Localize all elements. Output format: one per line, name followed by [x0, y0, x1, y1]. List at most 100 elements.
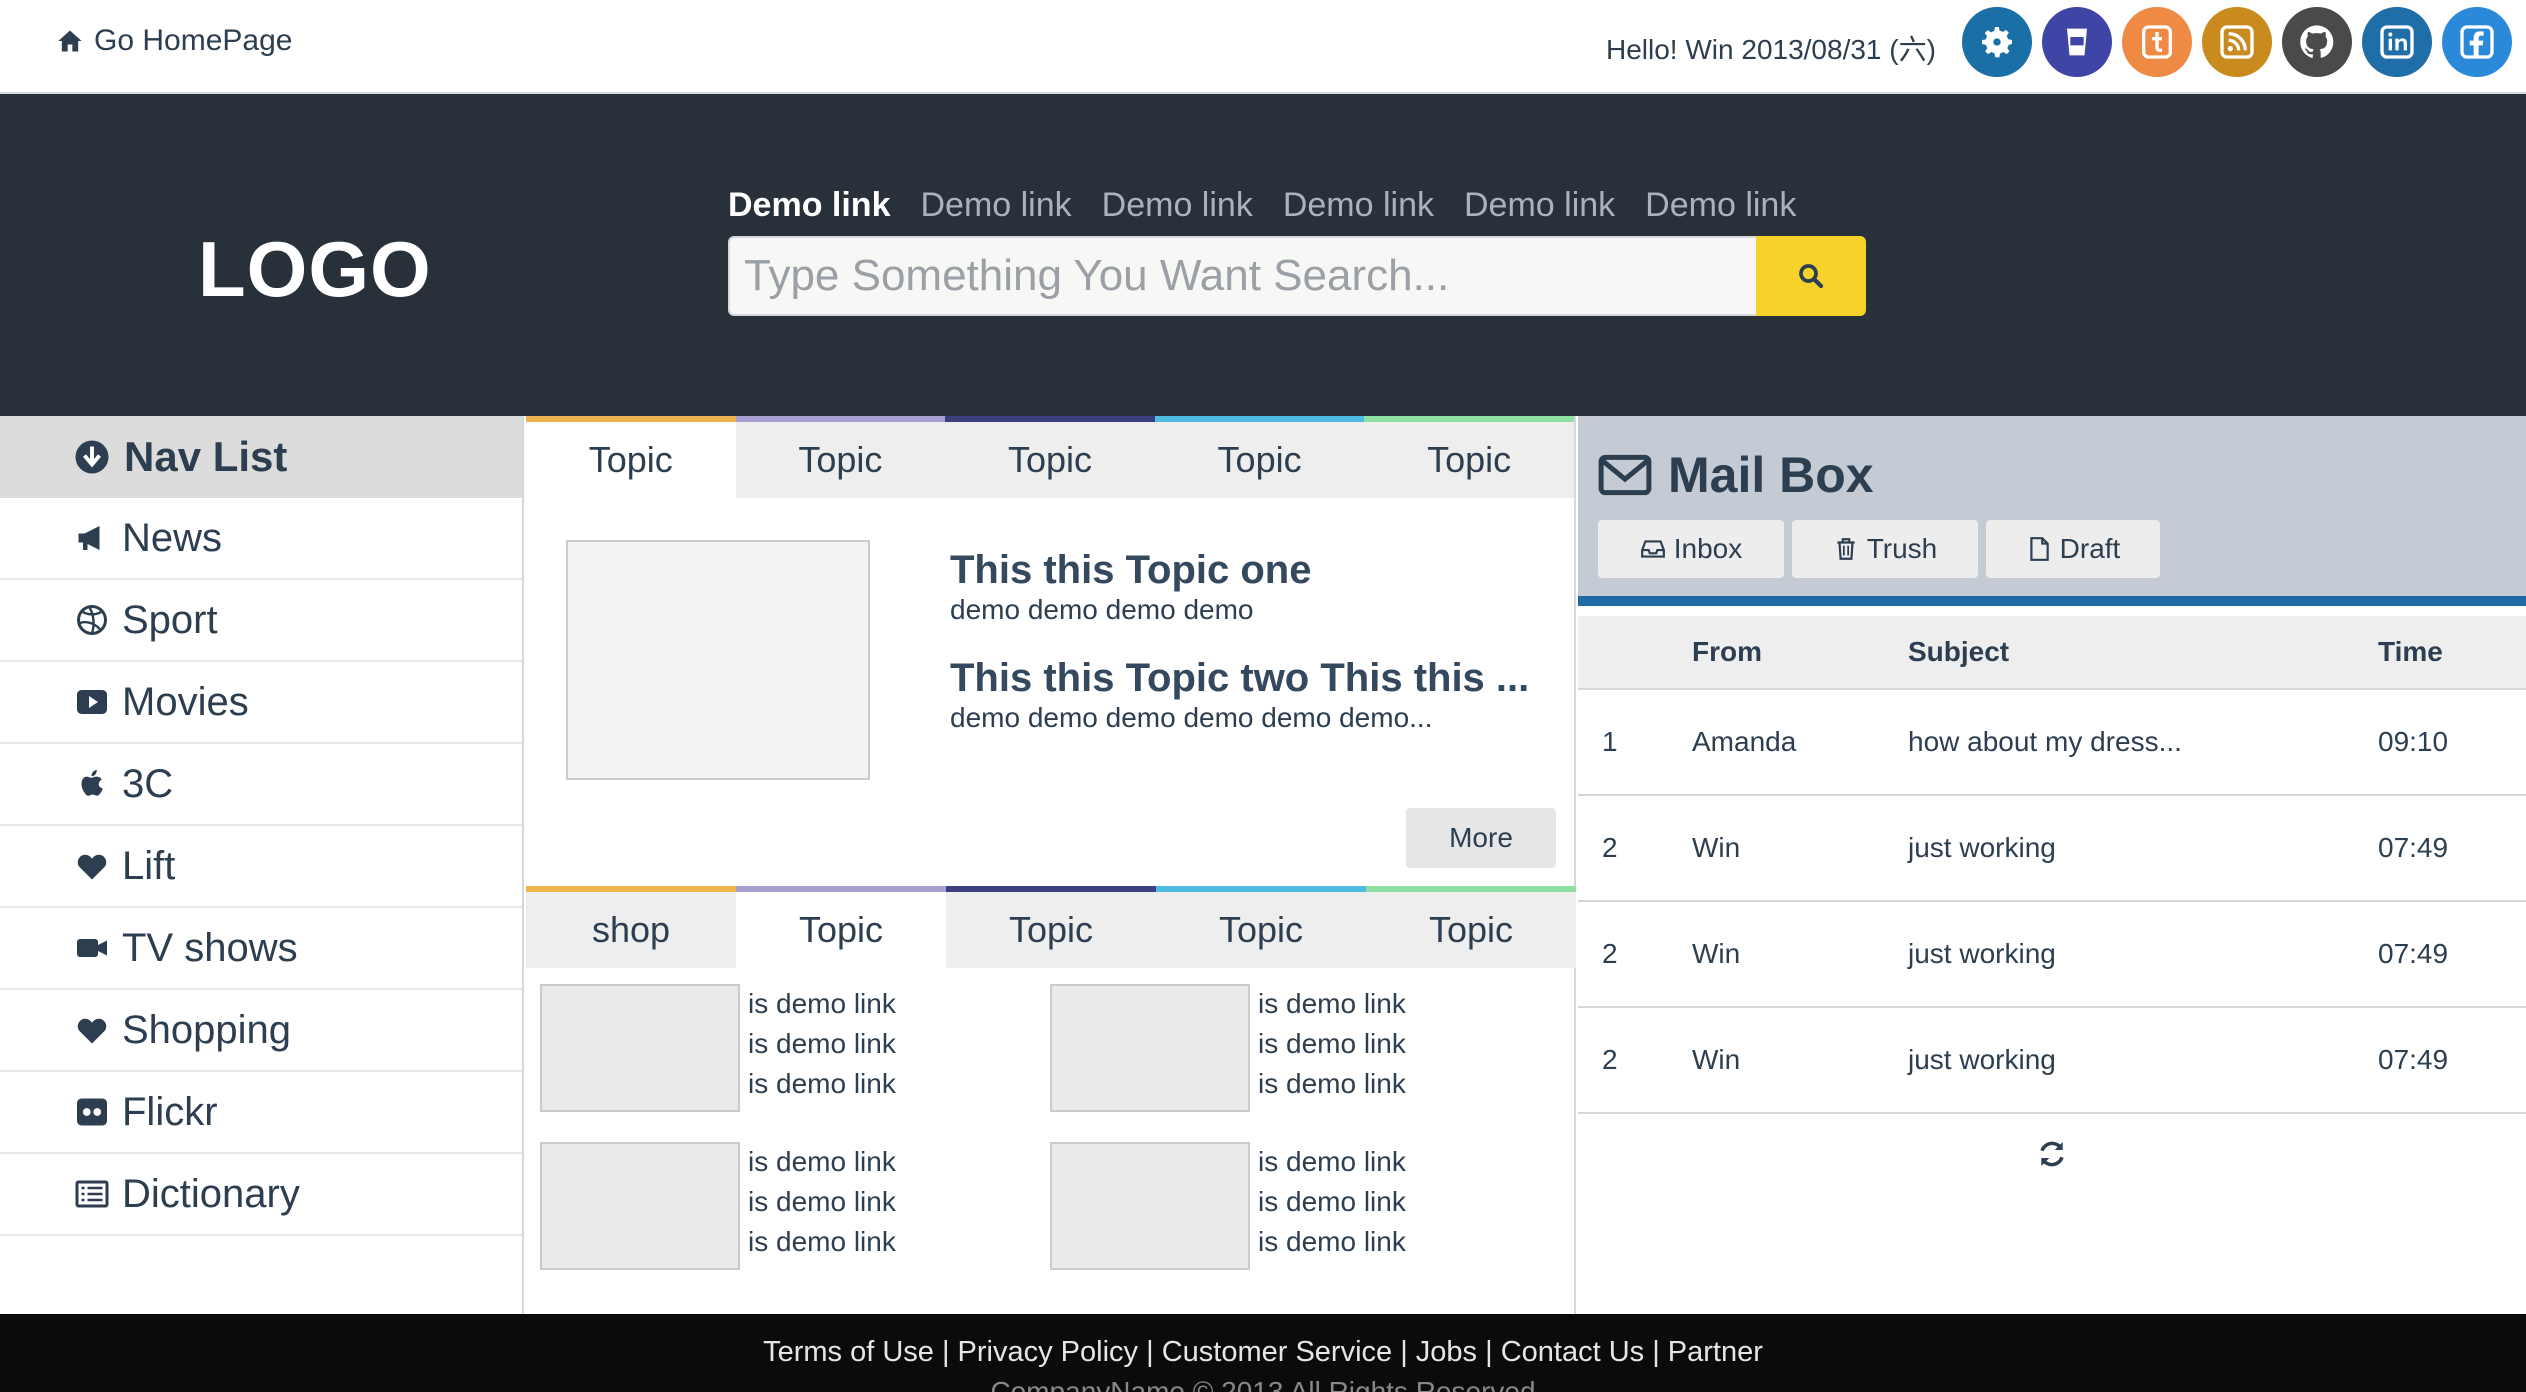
play-icon: [77, 690, 107, 714]
topic-image: [566, 540, 870, 780]
draft-button[interactable]: Draft: [1986, 520, 2160, 578]
header-link-3[interactable]: Demo link: [1102, 186, 1253, 225]
nav-item-label: Dictionary: [122, 1171, 300, 1216]
nav-item-tv-shows[interactable]: TV shows: [0, 908, 522, 990]
nav-item-news[interactable]: News: [0, 498, 522, 580]
linkedin-icon: [2380, 25, 2414, 59]
mail-row[interactable]: 2 Win just working 07:49: [1578, 1008, 2526, 1114]
header-link-6[interactable]: Demo link: [1645, 186, 1796, 225]
mail-row-subject[interactable]: how about my dress...: [1908, 726, 2182, 758]
mail-row-number: 2: [1602, 1044, 1618, 1075]
go-homepage-label: Go HomePage: [94, 24, 293, 57]
tab-topic-1[interactable]: Topic: [526, 416, 736, 498]
demo-link[interactable]: is demo link: [1258, 1064, 1406, 1104]
mail-row-number: 1: [1602, 726, 1618, 757]
logo[interactable]: LOGO: [198, 224, 432, 315]
file-icon: [2029, 537, 2049, 561]
linkedin-button[interactable]: [2362, 7, 2432, 77]
nav-item-lift[interactable]: Lift: [0, 826, 522, 908]
topic-one-summary: demo demo demo demo: [950, 594, 1254, 625]
topic-two-title[interactable]: This this Topic two This this ...: [950, 656, 1529, 701]
tab-topic-2[interactable]: Topic: [735, 416, 946, 498]
mail-row-subject[interactable]: just working: [1908, 1044, 2056, 1076]
tab-topic-b4[interactable]: Topic: [1156, 886, 1366, 968]
facebook-button[interactable]: [2442, 7, 2512, 77]
tab-topic-b5[interactable]: Topic: [1366, 886, 1576, 968]
nav-item-label: Flickr: [122, 1089, 218, 1134]
topic-one-title[interactable]: This this Topic one: [950, 548, 1311, 593]
search-button[interactable]: [1756, 236, 1866, 316]
footer-links[interactable]: Terms of Use | Privacy Policy | Customer…: [0, 1336, 2526, 1369]
demo-link[interactable]: is demo link: [1258, 1142, 1406, 1182]
nav-item-sport[interactable]: Sport: [0, 580, 522, 662]
tab-topic-4[interactable]: Topic: [1154, 416, 1365, 498]
demo-link[interactable]: is demo link: [748, 1024, 896, 1064]
demo-link[interactable]: is demo link: [748, 1142, 896, 1182]
refresh-icon[interactable]: [2036, 1138, 2068, 1170]
go-homepage-link[interactable]: Go HomePage: [56, 24, 292, 58]
column-from[interactable]: From: [1692, 636, 1762, 668]
header-link-1[interactable]: Demo link: [728, 186, 890, 225]
nav-item-flickr[interactable]: Flickr: [0, 1072, 522, 1154]
header-link-5[interactable]: Demo link: [1464, 186, 1615, 225]
tab-topic-5[interactable]: Topic: [1364, 416, 1574, 498]
tumblr-button[interactable]: [2122, 7, 2192, 77]
envelope-icon: [1598, 454, 1652, 496]
nav-item-shopping[interactable]: Shopping: [0, 990, 522, 1072]
trash-label: Trush: [1866, 533, 1938, 564]
more-button[interactable]: More: [1406, 808, 1556, 868]
mail-row-number: 2: [1602, 938, 1618, 969]
demo-link[interactable]: is demo link: [1258, 984, 1406, 1024]
mail-row-time: 09:10: [2378, 726, 2449, 757]
tile-image: [540, 984, 740, 1112]
settings-button[interactable]: [1962, 7, 2032, 77]
mail-row[interactable]: 1 Amanda how about my dress... 09:10: [1578, 690, 2526, 796]
gear-icon: [1982, 27, 2012, 58]
github-button[interactable]: [2282, 7, 2352, 77]
site-footer: Terms of Use | Privacy Policy | Customer…: [0, 1314, 2526, 1392]
rss-icon: [2220, 25, 2254, 59]
cup-social-button[interactable]: [2042, 7, 2112, 77]
mail-row[interactable]: 2 Win just working 07:49: [1578, 902, 2526, 1008]
tile-links: is demo link is demo link is demo link: [748, 1142, 896, 1262]
tile-links: is demo link is demo link is demo link: [1258, 1142, 1406, 1262]
tab-topic-b2[interactable]: Topic: [736, 886, 946, 968]
inbox-button[interactable]: Inbox: [1598, 520, 1784, 578]
header-link-4[interactable]: Demo link: [1283, 186, 1434, 225]
tab-topic-3[interactable]: Topic: [945, 416, 1155, 498]
search-input[interactable]: [728, 236, 1756, 316]
column-subject[interactable]: Subject: [1908, 636, 2009, 668]
demo-link[interactable]: is demo link: [748, 1222, 896, 1262]
nav-item-movies[interactable]: Movies: [0, 662, 522, 744]
demo-link[interactable]: is demo link: [1258, 1222, 1406, 1262]
mail-row-subject[interactable]: just working: [1908, 832, 2056, 864]
ball-icon: [77, 605, 107, 635]
tile-image: [540, 1142, 740, 1270]
nav-list-header: Nav List: [0, 416, 522, 498]
list-icon: [75, 1180, 109, 1208]
facebook-icon: [2460, 25, 2494, 59]
mail-row[interactable]: 2 Win just working 07:49: [1578, 796, 2526, 902]
tab-topic-b3[interactable]: Topic: [946, 886, 1156, 968]
apple-icon: [81, 770, 103, 796]
trash-button[interactable]: Trush: [1792, 520, 1978, 578]
demo-link[interactable]: is demo link: [748, 1064, 896, 1104]
tab-shop[interactable]: shop: [526, 886, 736, 968]
rss-button[interactable]: [2202, 7, 2272, 77]
header-link-2[interactable]: Demo link: [920, 186, 1071, 225]
mail-row-time: 07:49: [2378, 938, 2449, 969]
topic-two-summary: demo demo demo demo demo demo...: [950, 702, 1433, 733]
demo-link[interactable]: is demo link: [1258, 1182, 1406, 1222]
demo-link[interactable]: is demo link: [748, 984, 896, 1024]
tumblr-icon: [2142, 25, 2172, 59]
mail-row-subject[interactable]: just working: [1908, 938, 2056, 970]
nav-item-3c[interactable]: 3C: [0, 744, 522, 826]
nav-item-label: Sport: [122, 597, 218, 642]
tile-image: [1050, 984, 1250, 1112]
tile-links: is demo link is demo link is demo link: [1258, 984, 1406, 1104]
nav-item-dictionary[interactable]: Dictionary: [0, 1154, 522, 1236]
cup-icon: [2067, 28, 2087, 56]
demo-link[interactable]: is demo link: [1258, 1024, 1406, 1064]
demo-link[interactable]: is demo link: [748, 1182, 896, 1222]
column-time[interactable]: Time: [2378, 636, 2443, 668]
